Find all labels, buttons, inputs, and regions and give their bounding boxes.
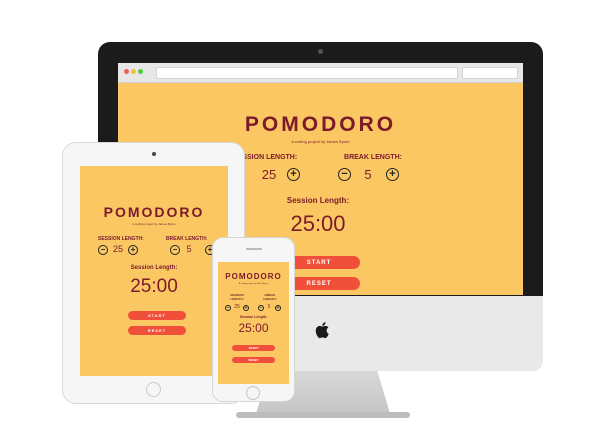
break-length-value: 5 [267,304,271,310]
monitor-stand-base [236,412,410,418]
timer-display: 25:00 [290,211,346,236]
timer-display: 25:00 [238,321,269,335]
minus-circle-icon[interactable]: − [258,305,264,311]
start-button[interactable]: START [232,345,275,351]
page-title: POMODORO [103,204,205,220]
phone-home-button[interactable] [246,386,260,400]
plus-circle-icon[interactable]: + [287,168,300,181]
phone-speaker [246,248,262,250]
plus-circle-icon[interactable]: + [386,168,399,181]
close-dot-icon[interactable] [124,69,129,74]
timer-display: 25:00 [130,276,178,297]
break-label-line2: LENGTH: [263,297,277,301]
plus-circle-icon[interactable]: + [128,245,138,255]
browser-toolbar [118,63,523,83]
plus-circle-icon[interactable]: + [243,305,249,311]
break-length-label: BREAK LENGTH: [344,154,402,161]
tablet-camera [152,152,156,156]
minus-circle-icon[interactable]: − [338,168,351,181]
page-title: POMODORO [225,272,282,281]
page-subtitle: A coding project by James Byrne [238,283,269,285]
apple-logo-icon [315,322,329,339]
timer-label: Session Length: [130,265,178,271]
break-length-label: BREAK LENGTH: [166,236,208,242]
reset-button[interactable]: RESET [128,326,186,335]
browser-search-bar[interactable] [462,67,518,79]
monitor-camera [318,49,323,54]
reset-button[interactable]: RESET [232,357,275,363]
minus-circle-icon[interactable]: − [225,305,231,311]
session-length-value: 25 [261,167,277,182]
timer-label: Session Length: [286,196,350,205]
minus-circle-icon[interactable]: − [170,245,180,255]
maximize-dot-icon[interactable] [138,69,143,74]
page-title: POMODORO [244,113,397,136]
break-length-value: 5 [186,244,192,254]
session-length-label: SESSION LENGTH: [98,236,144,242]
tablet-home-button[interactable] [146,382,161,397]
address-bar[interactable] [156,67,458,79]
tablet-screen: POMODORO A coding project by James Byrne… [80,166,228,376]
minus-circle-icon[interactable]: − [98,245,108,255]
timer-label: Session Length: [239,315,268,319]
session-label-line2: LENGTH: [230,297,244,301]
phone-screen: POMODORO A coding project by James Byrne… [218,262,289,384]
minimize-dot-icon[interactable] [131,69,136,74]
session-length-value: 25 [234,304,240,310]
break-length-value: 5 [364,167,372,182]
start-button[interactable]: START [128,311,186,320]
session-length-value: 25 [112,244,123,254]
plus-circle-icon[interactable]: + [275,305,281,311]
page-subtitle: A coding project by James Byrne [132,222,176,226]
